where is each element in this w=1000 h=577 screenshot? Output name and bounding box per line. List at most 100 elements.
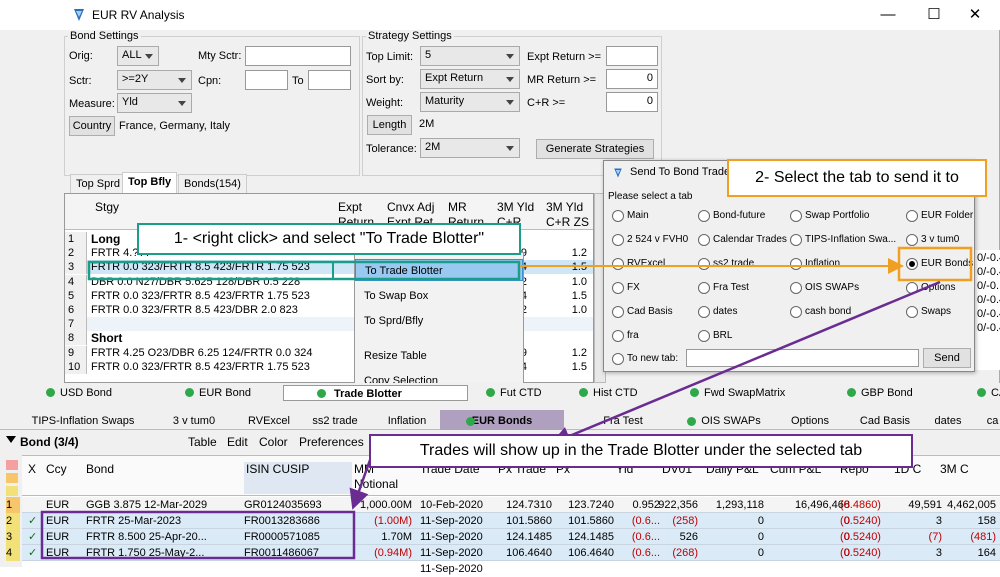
menu-to-trade-blotter[interactable]: To Trade Blotter xyxy=(355,259,523,281)
weight-select[interactable]: Maturity xyxy=(420,92,520,112)
blotter-tab-ois[interactable]: OIS SWAPs xyxy=(683,412,765,430)
generate-strategies-button[interactable]: Generate Strategies xyxy=(536,139,654,159)
swatch[interactable] xyxy=(6,460,18,470)
swatch[interactable] xyxy=(6,473,18,483)
cr-input[interactable]: 0 xyxy=(606,92,658,112)
blotter-cell-check[interactable] xyxy=(28,497,44,513)
blotter-tab-ss2[interactable]: ss2 trade xyxy=(305,412,365,430)
menu-resize-table[interactable]: Resize Table xyxy=(355,345,523,367)
radio-option[interactable]: cash bond xyxy=(790,305,851,319)
blotter-column-header[interactable]: 3M C xyxy=(940,462,1000,494)
blotter-tab-ca[interactable]: ca xyxy=(985,412,1000,430)
radio-option[interactable]: Bond-future xyxy=(698,209,765,223)
menu-to-sprd-bfly[interactable]: To Sprd/Bfly xyxy=(355,310,523,332)
expt-return-input[interactable] xyxy=(606,46,658,66)
blotter-cell-m3: 164 xyxy=(977,547,996,559)
blotter-column-header[interactable]: ISIN CUSIP xyxy=(244,462,352,494)
blotter-tab-inflation[interactable]: Inflation xyxy=(378,412,436,430)
radio-option[interactable]: Swaps xyxy=(906,305,951,319)
menu-preferences[interactable]: Preferences xyxy=(299,435,364,449)
blotter-cell-check[interactable]: ✓ xyxy=(28,513,44,529)
blotter-tab-fra-test[interactable]: Fra Test xyxy=(593,412,653,430)
menu-table[interactable]: Table xyxy=(188,435,217,449)
send-button[interactable]: Send xyxy=(923,348,971,368)
radio-option[interactable]: Cad Basis xyxy=(612,305,673,319)
blotter-tab-options[interactable]: Options xyxy=(785,412,835,430)
radio-option[interactable]: Swap Portfolio xyxy=(790,209,869,223)
tab-ca[interactable]: CA xyxy=(975,385,1000,401)
tab-hist-ctd[interactable]: Hist CTD xyxy=(577,385,638,401)
radio-option[interactable]: EUR Folder xyxy=(906,209,973,223)
minimize-icon[interactable]: — xyxy=(868,4,908,26)
mr-return-input[interactable]: 0 xyxy=(606,69,658,89)
blotter-column-header[interactable]: Bond xyxy=(86,462,242,494)
close-icon[interactable]: ✕ xyxy=(955,4,995,26)
tab-top-bfly[interactable]: Top Bfly xyxy=(122,172,178,193)
tab-usd-bond[interactable]: USD Bond xyxy=(44,385,112,401)
top-limit-select[interactable]: 5 xyxy=(420,46,520,66)
tab-trade-blotter[interactable]: Trade Blotter xyxy=(283,385,468,401)
blotter-tab-rvexcel[interactable]: RVExcel xyxy=(244,412,294,430)
measure-select[interactable]: Yld xyxy=(117,93,192,113)
radio-option[interactable]: Fra Test xyxy=(698,281,749,295)
blotter-tab-tips[interactable]: TIPS-Inflation Swaps xyxy=(30,412,136,430)
radio-option[interactable]: TIPS-Inflation Swa... xyxy=(790,233,896,247)
radio-option[interactable]: Inflation xyxy=(790,257,840,271)
right-partial-column: 0/-0.4 0/-0.4 0/-0. 0/-0.4 0/-0.4 0/-0.4 xyxy=(975,250,1000,370)
blotter-column-header[interactable]: Ccy xyxy=(46,462,84,494)
cpn-to-input[interactable] xyxy=(308,70,351,90)
orig-select[interactable]: ALL xyxy=(117,46,159,66)
tab-bonds[interactable]: Bonds(154) xyxy=(178,174,247,193)
radio-option[interactable]: dates xyxy=(698,305,737,319)
tolerance-select[interactable]: 2M xyxy=(420,138,520,158)
tolerance-label: Tolerance: xyxy=(366,143,417,155)
blotter-cell-ccy: EUR xyxy=(46,531,70,543)
radio-option[interactable]: Main xyxy=(612,209,649,223)
tab-fut-ctd[interactable]: Fut CTD xyxy=(484,385,542,401)
radio-option[interactable]: 3 v tum0 xyxy=(906,233,959,247)
menu-edit[interactable]: Edit xyxy=(227,435,248,449)
radio-option[interactable]: BRL xyxy=(698,329,732,343)
tab-eur-bond[interactable]: EUR Bond xyxy=(183,385,251,401)
new-tab-input[interactable] xyxy=(686,349,919,367)
blotter-cell-isin: FR0013283686 xyxy=(244,515,320,527)
radio-option[interactable]: fra xyxy=(612,329,639,343)
radio-option[interactable]: ss2 trade xyxy=(698,257,754,271)
radio-option[interactable]: 2 524 v FVH0 xyxy=(612,233,688,247)
length-button[interactable]: Length xyxy=(367,115,412,135)
col-3m-yld-zs[interactable]: 3M Yld C+R ZS xyxy=(546,200,593,228)
blotter-cell-isin: FR0000571085 xyxy=(244,531,320,543)
tab-gbp-bond[interactable]: GBP Bond xyxy=(845,385,913,401)
radio-option[interactable]: OIS SWAPs xyxy=(790,281,859,295)
blotter-tab-dates[interactable]: dates xyxy=(928,412,968,430)
mty-sctr-input[interactable] xyxy=(245,46,351,66)
maximize-icon[interactable]: ☐ xyxy=(914,4,954,26)
sort-by-select[interactable]: Expt Return xyxy=(420,69,520,89)
blotter-tab-cad-basis[interactable]: Cad Basis xyxy=(855,412,915,430)
title-bar: EUR RV Analysis — ☐ ✕ xyxy=(0,0,1000,30)
swatch[interactable] xyxy=(6,486,18,496)
blotter-cell-check[interactable]: ✓ xyxy=(28,545,44,561)
radio-option[interactable]: Calendar Trades xyxy=(698,233,787,247)
sctr-select[interactable]: >=2Y xyxy=(117,70,192,90)
radio-option[interactable]: EUR Bonds xyxy=(906,257,973,271)
menu-color[interactable]: Color xyxy=(259,435,288,449)
radio-option[interactable]: RVExcel xyxy=(612,257,665,271)
menu-to-swap-box[interactable]: To Swap Box xyxy=(355,285,523,307)
radio-new-tab[interactable]: To new tab: xyxy=(612,352,678,366)
cpn-from-input[interactable] xyxy=(245,70,288,90)
tab-top-sprd[interactable]: Top Sprd xyxy=(70,174,127,193)
blotter-cell-check[interactable]: ✓ xyxy=(28,529,44,545)
collapse-icon[interactable] xyxy=(6,436,16,443)
blotter-column-header[interactable]: X xyxy=(28,462,44,494)
col-stgy[interactable]: Stgy xyxy=(95,200,119,215)
radio-option[interactable]: Options xyxy=(906,281,955,295)
tab-fwd-swapmatrix[interactable]: Fwd SwapMatrix xyxy=(688,385,785,401)
blotter-tab-3vtum0[interactable]: 3 v tum0 xyxy=(166,412,222,430)
strategy-value: 1.2 xyxy=(571,247,587,260)
radio-option[interactable]: FX xyxy=(612,281,640,295)
blotter-tab-eur-bonds[interactable]: EUR Bonds xyxy=(440,410,564,430)
row-number: 4 xyxy=(65,274,87,289)
row-number: 3 xyxy=(6,529,20,545)
country-button[interactable]: Country xyxy=(69,116,115,136)
